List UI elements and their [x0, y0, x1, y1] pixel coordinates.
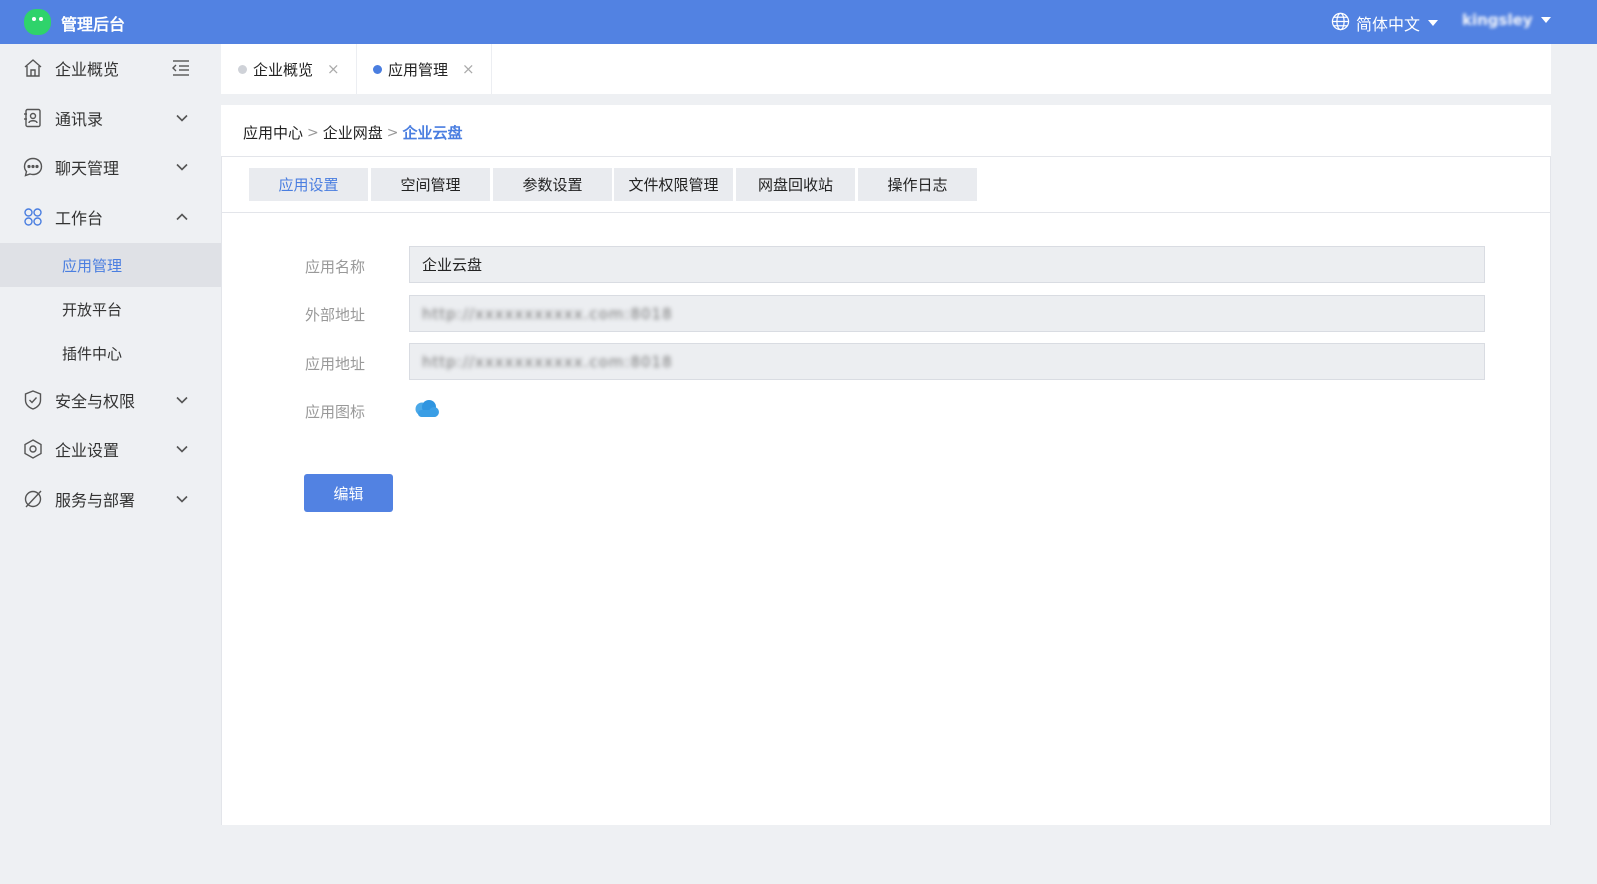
sidebar: 企业概览 通讯录 聊天管理 工作台 应用管理 开放平台 插件中心 安全与权限 企…	[0, 44, 221, 884]
sidebar-item-label: 工作台	[55, 209, 104, 228]
sidebar-item-label: 聊天管理	[55, 159, 120, 178]
sidebar-item-label: 通讯录	[55, 110, 104, 129]
external-url-label: 外部地址	[305, 306, 366, 324]
tab-recycle-bin[interactable]: 网盘回收站	[736, 168, 855, 201]
app-icon-label: 应用图标	[305, 403, 366, 421]
username: kingsley	[1462, 11, 1533, 29]
chat-icon	[22, 156, 44, 178]
sidebar-item-chat[interactable]: 聊天管理	[0, 145, 221, 189]
globe-icon	[1331, 12, 1350, 35]
chevron-down-icon	[175, 393, 189, 407]
breadcrumb: 应用中心 > 企业网盘 > 企业云盘	[243, 122, 463, 143]
sidebar-item-security[interactable]: 安全与权限	[0, 378, 221, 422]
tab-status-dot	[238, 64, 247, 74]
app-name-label: 应用名称	[305, 258, 366, 276]
sidebar-subitem-plugin-center[interactable]: 插件中心	[0, 331, 221, 375]
close-icon[interactable]: ×	[462, 60, 475, 78]
user-menu[interactable]: kingsley	[1462, 11, 1551, 29]
tab-file-permissions[interactable]: 文件权限管理	[614, 168, 733, 201]
tab-space-management[interactable]: 空间管理	[371, 168, 490, 201]
app-url-value: http://xxxxxxxxxxx.com:8018	[422, 352, 673, 371]
tab-status-dot	[373, 64, 382, 74]
chevron-down-icon	[175, 160, 189, 174]
divider	[221, 212, 1551, 213]
edit-button[interactable]: 编辑	[304, 474, 393, 512]
page-tabs-bar: 企业概览 × 应用管理 ×	[221, 44, 1551, 94]
page-tab-label: 企业概览	[253, 60, 314, 79]
sidebar-item-label: 企业设置	[55, 441, 120, 460]
app-name-value: 企业云盘	[422, 256, 483, 274]
service-icon	[22, 488, 44, 510]
sidebar-subitem-label: 应用管理	[62, 256, 123, 275]
chevron-down-icon	[175, 442, 189, 456]
breadcrumb-separator: >	[386, 124, 399, 141]
breadcrumb-item[interactable]: 企业网盘	[323, 122, 383, 143]
app-logo	[24, 9, 51, 35]
page-tab-overview[interactable]: 企业概览 ×	[238, 44, 340, 94]
sidebar-item-label: 服务与部署	[55, 491, 136, 510]
sidebar-item-label: 安全与权限	[55, 392, 136, 411]
main-content: 应用中心 > 企业网盘 > 企业云盘 应用设置 空间管理 参数设置 文件权限管理…	[221, 105, 1551, 825]
sidebar-item-service-deploy[interactable]: 服务与部署	[0, 477, 221, 521]
sidebar-item-enterprise-settings[interactable]: 企业设置	[0, 427, 221, 471]
app-url-label: 应用地址	[305, 355, 366, 373]
tab-app-settings[interactable]: 应用设置	[249, 168, 368, 201]
app-name-field[interactable]: 企业云盘	[409, 246, 1485, 283]
tab-divider	[356, 44, 357, 94]
app-title: 管理后台	[61, 15, 126, 34]
cloud-icon	[411, 397, 441, 421]
divider	[221, 156, 222, 825]
breadcrumb-separator: >	[307, 124, 319, 141]
sidebar-subitem-label: 插件中心	[62, 344, 123, 363]
workbench-icon	[22, 206, 44, 228]
sidebar-item-label: 企业概览	[55, 60, 120, 79]
close-icon[interactable]: ×	[327, 60, 340, 78]
external-url-field[interactable]: http://xxxxxxxxxxx.com:8018	[409, 295, 1485, 332]
page-tab-app-management[interactable]: 应用管理 ×	[373, 44, 475, 94]
chevron-down-icon	[1428, 20, 1439, 26]
sidebar-item-workbench[interactable]: 工作台	[0, 195, 221, 239]
sidebar-subitem-app-management[interactable]: 应用管理	[0, 243, 221, 287]
chevron-down-icon	[175, 492, 189, 506]
sidebar-subitem-label: 开放平台	[62, 300, 123, 319]
language-selector[interactable]: 简体中文	[1331, 11, 1439, 35]
divider	[1550, 156, 1551, 825]
sidebar-item-contacts[interactable]: 通讯录	[0, 96, 221, 140]
home-icon	[22, 57, 44, 79]
top-bar: 管理后台 简体中文 kingsley	[0, 0, 1597, 44]
tab-divider	[491, 44, 492, 94]
page-tab-label: 应用管理	[388, 60, 449, 79]
chevron-down-icon	[175, 111, 189, 125]
breadcrumb-item[interactable]: 应用中心	[243, 122, 303, 143]
chevron-down-icon	[1540, 17, 1551, 23]
app-url-field[interactable]: http://xxxxxxxxxxx.com:8018	[409, 343, 1485, 380]
sidebar-subitem-open-platform[interactable]: 开放平台	[0, 287, 221, 331]
external-url-value: http://xxxxxxxxxxx.com:8018	[422, 304, 673, 323]
language-label: 简体中文	[1356, 15, 1421, 34]
collapse-menu-icon[interactable]	[171, 59, 191, 77]
shield-icon	[22, 389, 44, 411]
contacts-icon	[22, 107, 44, 129]
tab-parameter-settings[interactable]: 参数设置	[493, 168, 612, 201]
chevron-up-icon	[175, 210, 189, 224]
settings-icon	[22, 438, 44, 460]
breadcrumb-current: 企业云盘	[402, 124, 463, 142]
divider	[221, 156, 1551, 157]
tab-operation-log[interactable]: 操作日志	[858, 168, 977, 201]
